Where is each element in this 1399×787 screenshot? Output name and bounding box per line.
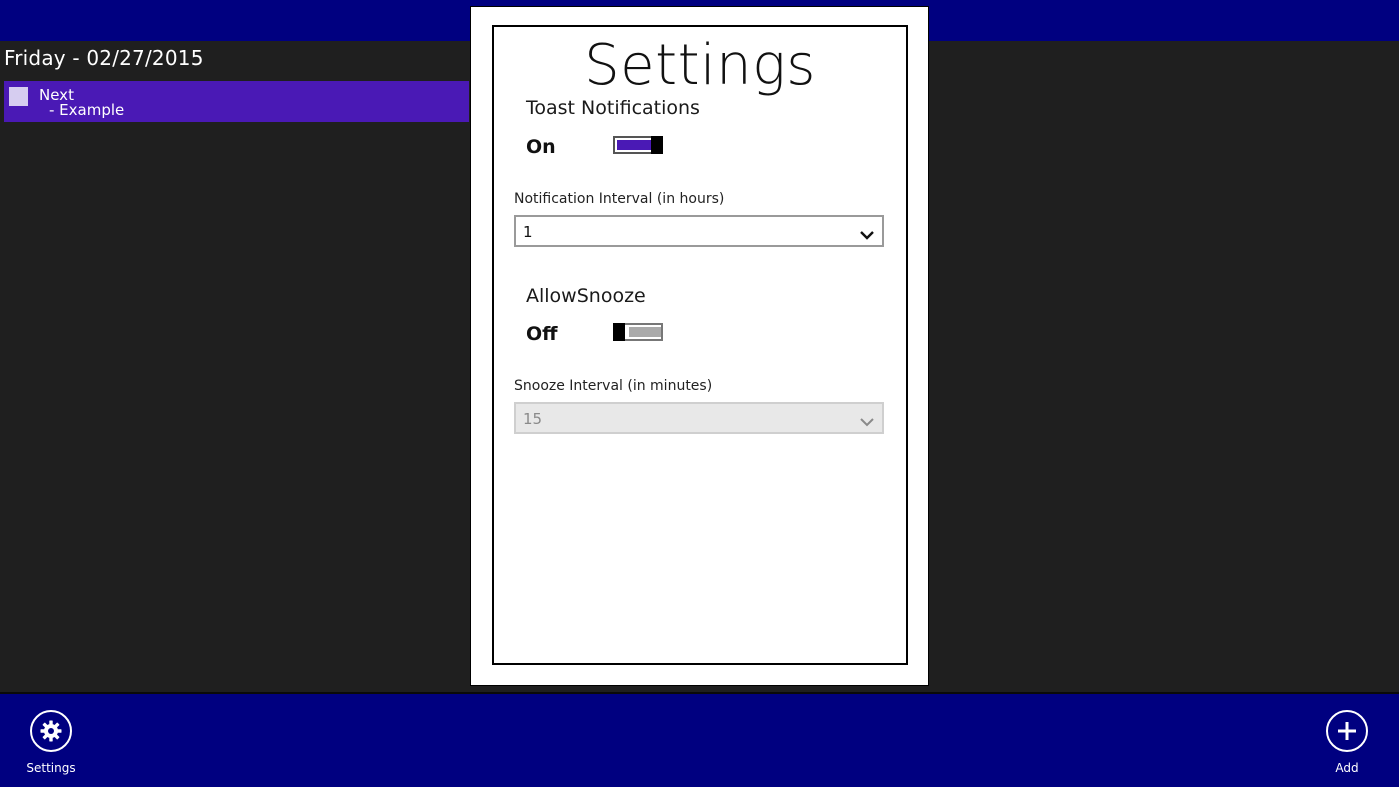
toast-toggle-state: On	[526, 136, 556, 158]
allow-snooze-label: AllowSnooze	[526, 285, 646, 307]
app-bar: Settings Add	[0, 692, 1399, 787]
toast-notifications-label: Toast Notifications	[526, 97, 700, 119]
snooze-interval-label: Snooze Interval (in minutes)	[514, 378, 713, 394]
settings-button-label: Settings	[26, 761, 76, 775]
snooze-toggle-state: Off	[526, 323, 558, 345]
toggle-fill	[617, 140, 651, 150]
toast-notifications-toggle[interactable]	[613, 136, 663, 154]
snooze-interval-select[interactable]: 15	[514, 402, 884, 434]
notification-interval-select[interactable]: 1	[514, 215, 884, 247]
task-subtitle: - Example	[49, 101, 125, 119]
settings-flyout: Settings Toast Notifications On Notifica…	[470, 6, 929, 686]
task-list-item[interactable]: Next - Example	[4, 81, 469, 122]
settings-panel: Settings Toast Notifications On Notifica…	[492, 25, 908, 665]
snooze-interval-value: 15	[523, 410, 543, 428]
chevron-down-icon	[860, 412, 874, 431]
plus-icon	[1326, 710, 1368, 752]
task-checkbox[interactable]	[9, 87, 28, 106]
date-header: Friday - 02/27/2015	[4, 46, 204, 70]
settings-title: Settings	[584, 33, 816, 98]
notification-interval-label: Notification Interval (in hours)	[514, 191, 725, 207]
toggle-fill	[629, 327, 661, 337]
toggle-thumb	[651, 136, 663, 154]
add-button-label: Add	[1335, 761, 1359, 775]
gear-icon	[30, 710, 72, 752]
notification-interval-value: 1	[523, 223, 533, 241]
toggle-thumb	[613, 323, 625, 341]
settings-button[interactable]: Settings	[11, 710, 91, 775]
chevron-down-icon	[860, 225, 874, 244]
add-button[interactable]: Add	[1307, 710, 1387, 775]
allow-snooze-toggle[interactable]	[613, 323, 663, 341]
